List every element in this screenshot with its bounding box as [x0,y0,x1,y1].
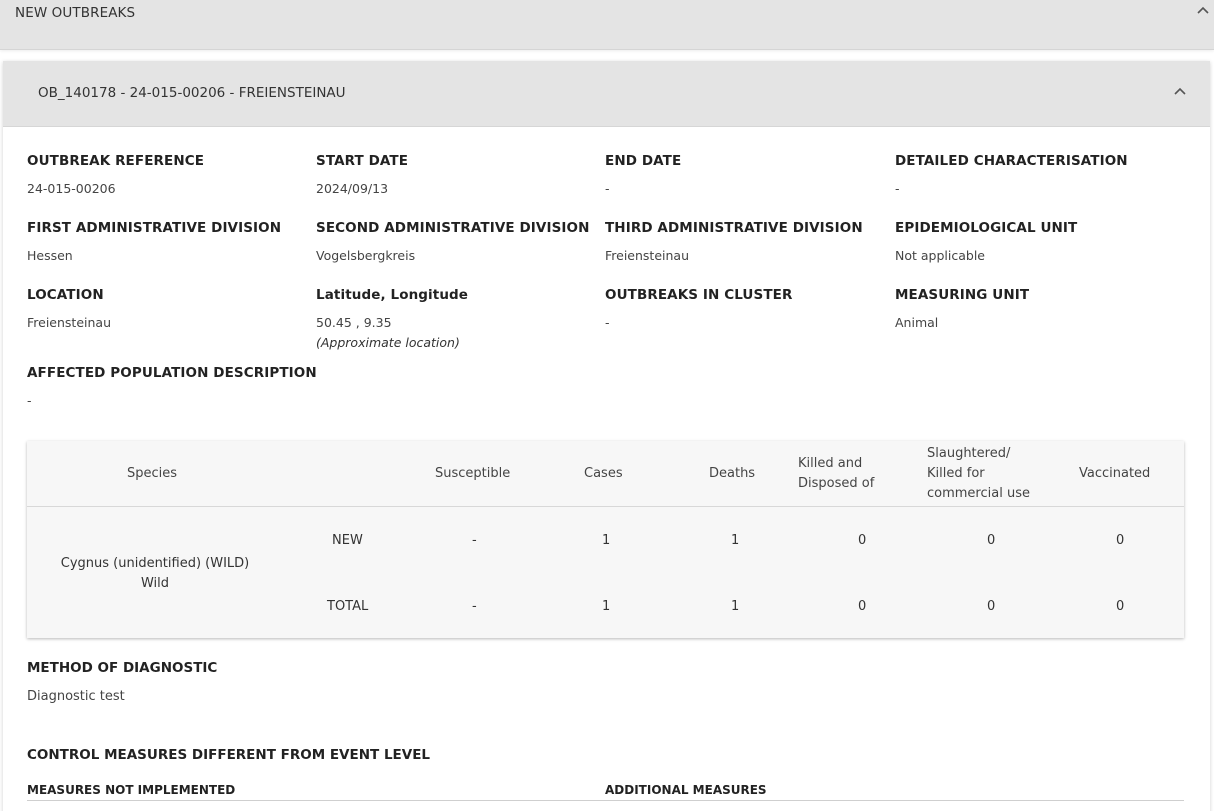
header-vaccinated: Vaccinated [1079,466,1151,481]
affected-population-label: AFFECTED POPULATION DESCRIPTION [27,365,317,381]
species-type: Wild [140,576,170,591]
detailed-characterisation-label: DETAILED CHARACTERISATION [895,153,1128,169]
method-of-diagnostic-value: Diagnostic test [27,689,125,704]
lat-long-value: 50.45 , 9.35 [316,315,392,330]
new-outbreaks-panel-header[interactable]: NEW OUTBREAKS [0,0,1214,50]
header-species: Species [127,466,178,481]
outbreak-card: OB_140178 - 24-015-00206 - FREIENSTEINAU [3,61,1210,811]
additional-measures-label: ADDITIONAL MEASURES [605,783,767,797]
start-date-label: START DATE [316,153,409,169]
third-admin-division-label: THIRD ADMINISTRATIVE DIVISION [605,220,863,236]
row-total-label: TOTAL [327,599,369,614]
second-admin-division-value: Vogelsbergkreis [316,248,416,263]
header-slaughtered-line-2: Killed for [927,466,985,481]
chevron-up-icon[interactable] [1196,5,1210,15]
outbreaks-in-cluster-value: - [605,315,610,330]
method-of-diagnostic-label: METHOD OF DIAGNOSTIC [27,660,218,676]
new-outbreaks-title: NEW OUTBREAKS [15,5,136,21]
row-total-killed: 0 [858,599,867,614]
end-date-value: - [605,181,610,196]
header-killed-line-1: Killed and [798,456,863,471]
lat-long-label: Latitude, Longitude [316,287,469,303]
start-date-value: 2024/09/13 [316,181,389,196]
species-table-header: Species Susceptible Cases Deaths Killed … [27,441,1184,507]
measuring-unit-value: Animal [895,315,939,330]
outbreak-reference-label: OUTBREAK REFERENCE [27,153,205,169]
outbreak-title: OB_140178 - 24-015-00206 - FREIENSTEINAU [38,85,346,101]
measuring-unit-label: MEASURING UNIT [895,287,1030,303]
detailed-characterisation-value: - [895,181,900,196]
header-killed: Killed and Disposed of [798,454,874,494]
header-slaughtered-line-3: commercial use [927,486,1030,501]
outbreak-reference-value: 24-015-00206 [27,181,116,196]
row-new-killed: 0 [858,533,867,548]
measures-not-implemented-label: MEASURES NOT IMPLEMENTED [27,783,236,797]
outbreaks-in-cluster-label: OUTBREAKS IN CLUSTER [605,287,793,303]
first-admin-division-value: Hessen [27,248,73,263]
row-new-label: NEW [332,533,363,548]
row-total-slaughtered: 0 [987,599,996,614]
row-new-deaths: 1 [731,533,740,548]
header-slaughtered: Slaughtered/ Killed for commercial use [927,444,1030,504]
row-new-vaccinated: 0 [1116,533,1125,548]
epidemiological-unit-label: EPIDEMIOLOGICAL UNIT [895,220,1078,236]
outbreak-panel-header[interactable]: OB_140178 - 24-015-00206 - FREIENSTEINAU [3,61,1210,127]
row-new-cases: 1 [602,533,611,548]
divider [27,800,1184,801]
epidemiological-unit-value: Not applicable [895,248,985,263]
row-new-slaughtered: 0 [987,533,996,548]
species-name: Cygnus (unidentified) (WILD) [60,556,250,571]
species-name-cell: Cygnus (unidentified) (WILD) Wild [47,554,263,594]
species-table: Species Susceptible Cases Deaths Killed … [27,441,1184,638]
location-value: Freiensteinau [27,315,112,330]
second-admin-division-label: SECOND ADMINISTRATIVE DIVISION [316,220,590,236]
control-measures-title: CONTROL MEASURES DIFFERENT FROM EVENT LE… [27,747,431,763]
row-new-susceptible: - [472,533,477,548]
first-admin-division-label: FIRST ADMINISTRATIVE DIVISION [27,220,282,236]
row-total-cases: 1 [602,599,611,614]
header-susceptible: Susceptible [435,466,511,481]
row-total-susceptible: - [472,599,477,614]
affected-population-value: - [27,393,32,408]
header-slaughtered-line-1: Slaughtered/ [927,446,1011,461]
header-cases: Cases [584,466,623,481]
header-killed-line-2: Disposed of [798,476,875,491]
third-admin-division-value: Freiensteinau [605,248,690,263]
location-label: LOCATION [27,287,104,303]
row-total-vaccinated: 0 [1116,599,1125,614]
approximate-location-note: (Approximate location) [316,335,460,350]
end-date-label: END DATE [605,153,682,169]
chevron-up-icon[interactable] [1173,86,1187,96]
header-deaths: Deaths [709,466,756,481]
row-total-deaths: 1 [731,599,740,614]
